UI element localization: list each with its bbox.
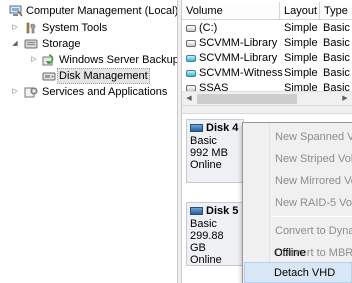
disk-icon: [190, 124, 203, 132]
menu-item-offline[interactable]: Offline: [244, 242, 352, 264]
volume-list: (C:) Simple Basic SCVMM-Library Simple B…: [182, 21, 352, 91]
pane-separator[interactable]: [182, 105, 352, 114]
tree-label: Windows Server Backup: [59, 54, 179, 66]
tree-item-computer-management[interactable]: Computer Management (Local): [0, 3, 179, 19]
disk-management-icon: [42, 70, 56, 82]
external-drive-icon: [186, 70, 196, 77]
scroll-left-arrow-icon[interactable]: ◀: [182, 92, 196, 106]
volume-row[interactable]: SCVMM-Library Simple Basic: [182, 36, 352, 51]
volume-row[interactable]: SCVMM-Witness Simple Basic: [182, 66, 352, 81]
disk-status: Online: [190, 159, 222, 171]
tree-item-services-and-applications[interactable]: ▷ Services and Applications: [0, 84, 177, 100]
column-header-volume[interactable]: Volume: [182, 2, 280, 20]
volume-layout: Simple: [284, 37, 318, 49]
disk-size: 299.88 GB: [190, 230, 224, 254]
menu-separator: [273, 216, 352, 217]
console-tree: Computer Management (Local) ▷ System Too…: [0, 0, 179, 283]
system-tools-icon: [24, 22, 38, 34]
volume-type: Basic: [323, 82, 350, 91]
disk-type: Basic: [190, 218, 217, 230]
volume-layout: Simple: [284, 22, 318, 34]
volume-name: SCVMM-Witness: [199, 67, 283, 79]
volume-name: SSAS: [199, 82, 229, 91]
disk-info-block[interactable]: Disk 5 Basic 299.88 GB Online: [186, 202, 244, 266]
disk-info-block[interactable]: Disk 4 Basic 992 MB Online: [186, 119, 244, 183]
collapse-arrow-icon[interactable]: ◢: [11, 36, 19, 52]
volume-name: SCVMM-Library: [199, 52, 278, 64]
disk-type: Basic: [190, 135, 217, 147]
scroll-right-arrow-icon[interactable]: ▶: [338, 92, 352, 106]
column-header-type[interactable]: Type: [320, 2, 352, 20]
volume-name: SCVMM-Library: [199, 37, 278, 49]
disk-name: Disk 5: [206, 205, 239, 217]
volume-type: Basic: [323, 22, 350, 34]
horizontal-scrollbar[interactable]: ◀ ▶: [182, 91, 352, 105]
disk-name: Disk 4: [206, 122, 239, 134]
expand-arrow-icon[interactable]: ▷: [11, 84, 19, 100]
tree-item-disk-management[interactable]: Disk Management: [0, 68, 177, 84]
column-header-bar: Volume Layout Type: [182, 2, 352, 20]
tree-item-system-tools[interactable]: ▷ System Tools: [0, 20, 177, 36]
storage-icon: [24, 38, 38, 50]
volume-type: Basic: [323, 52, 350, 64]
volume-layout: Simple: [284, 67, 318, 79]
tree-label: Services and Applications: [42, 86, 168, 98]
volume-name: (C:): [199, 22, 218, 34]
computer-management-icon: [9, 5, 23, 17]
volume-layout: Simple: [284, 52, 318, 64]
tree-label: Computer Management (Local): [26, 5, 179, 17]
volume-layout: Simple: [284, 82, 318, 91]
volume-type: Basic: [323, 67, 350, 79]
backup-icon: [42, 54, 56, 66]
tree-item-storage[interactable]: ◢ Storage: [0, 36, 177, 52]
volume-type: Basic: [323, 37, 350, 49]
tree-label: Storage: [42, 38, 81, 50]
column-header-layout[interactable]: Layout: [280, 2, 320, 20]
volume-row[interactable]: SCVMM-Library Simple Basic: [182, 51, 352, 66]
tree-label: System Tools: [42, 22, 108, 34]
drive-icon: [186, 25, 196, 32]
scrollbar-thumb[interactable]: [197, 94, 297, 104]
menu-item-new-spanned-volume[interactable]: New Spanned Volume...: [245, 126, 352, 148]
menu-item-detach-vhd[interactable]: Detach VHD: [244, 262, 352, 283]
tree-item-windows-server-backup[interactable]: ▷ Windows Server Backup: [0, 52, 179, 68]
services-icon: [24, 86, 38, 98]
tree-label: Disk Management: [57, 68, 150, 84]
volume-row[interactable]: SSAS Simple Basic: [182, 81, 352, 91]
menu-item-new-raid5-volume[interactable]: New RAID-5 Volume...: [245, 192, 352, 214]
expand-arrow-icon[interactable]: ▷: [30, 52, 38, 68]
menu-item-convert-to-dynamic-disk[interactable]: Convert to Dynamic Disk...: [245, 220, 352, 242]
expand-arrow-icon[interactable]: ▷: [11, 20, 19, 36]
menu-item-new-mirrored-volume[interactable]: New Mirrored Volume...: [245, 170, 352, 192]
volume-row[interactable]: (C:) Simple Basic: [182, 21, 352, 36]
disk-size: 992 MB: [190, 147, 228, 159]
disk-icon: [190, 207, 203, 215]
drive-icon: [186, 40, 196, 47]
external-drive-icon: [186, 55, 196, 62]
menu-item-new-striped-volume[interactable]: New Striped Volume...: [245, 148, 352, 170]
disk-status: Online: [190, 254, 222, 266]
